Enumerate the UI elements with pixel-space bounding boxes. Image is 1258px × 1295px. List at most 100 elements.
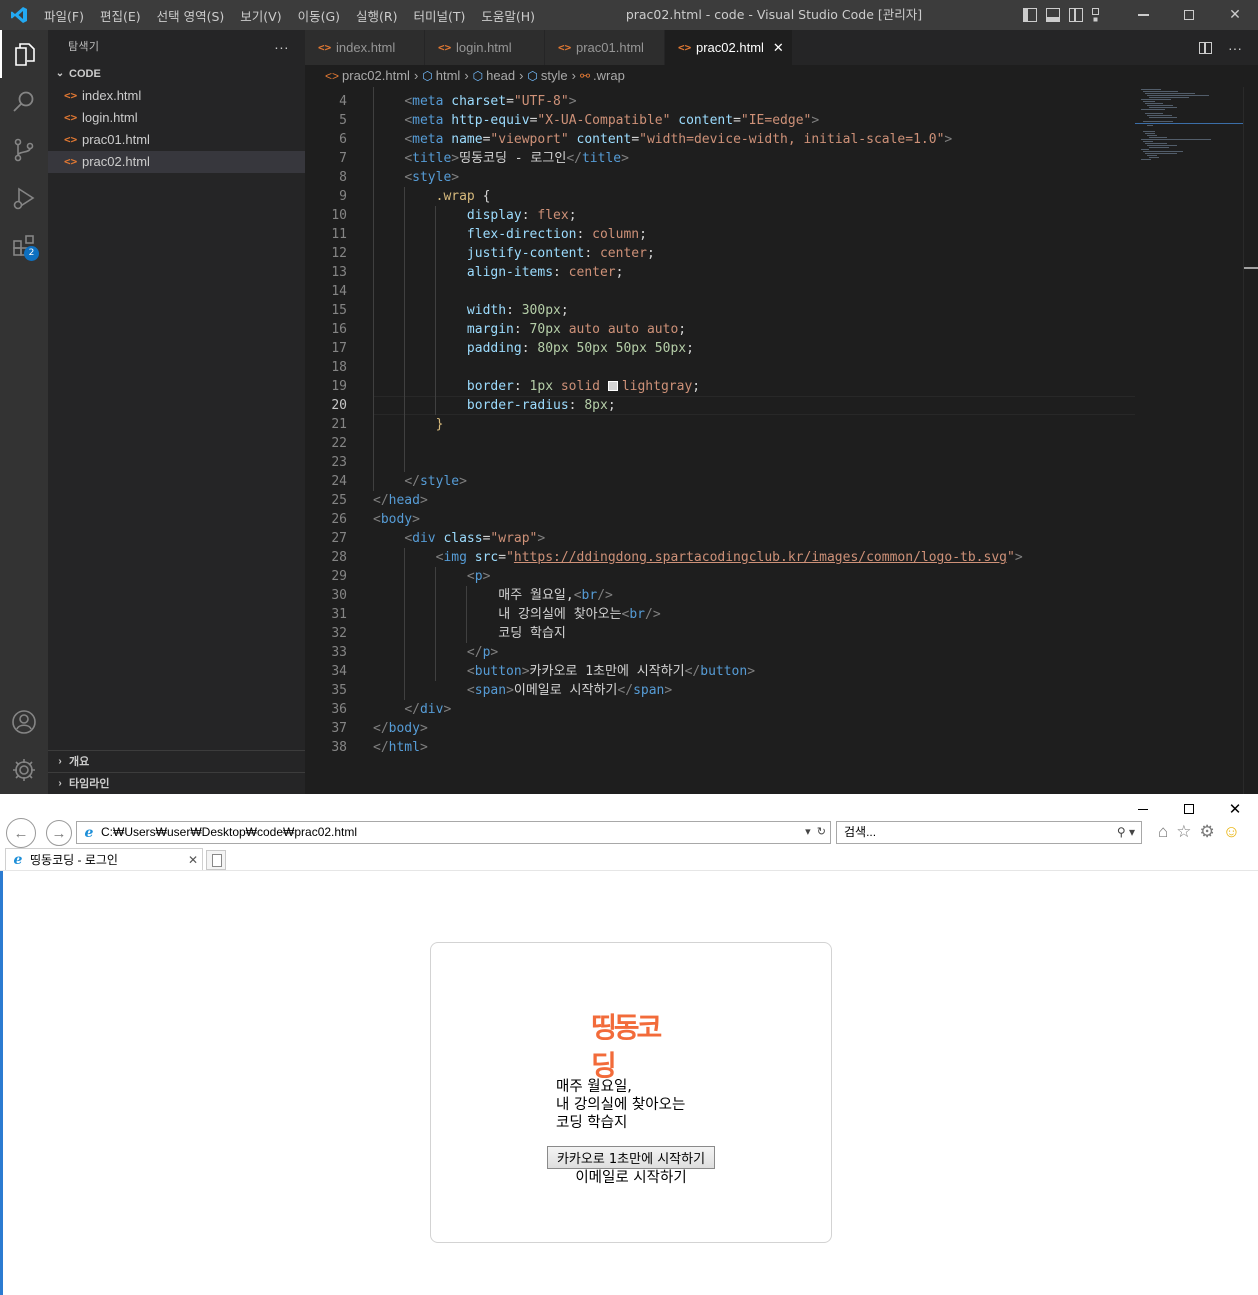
toggle-primary-sidebar-icon[interactable] — [1023, 8, 1037, 22]
run-debug-icon[interactable] — [0, 174, 48, 222]
line-number: 10 — [331, 208, 347, 223]
line-number: 37 — [331, 721, 347, 736]
maximize-button[interactable] — [1166, 0, 1212, 30]
menu-help[interactable]: 도움말(H) — [473, 6, 543, 25]
new-tab-button[interactable] — [206, 850, 226, 870]
vscode-logo-icon — [11, 7, 27, 23]
menu-selection[interactable]: 선택 영역(S) — [149, 6, 233, 25]
code-line: 31 내 강의실에 찾아오는<br/> — [305, 605, 1135, 624]
code-editor[interactable]: 4 <meta charset="UTF-8"> 5 <meta http-equ… — [305, 87, 1135, 794]
file-item-prac02[interactable]: <> prac02.html — [48, 151, 305, 173]
code-text: width: 300px; — [466, 303, 569, 318]
tab-index[interactable]: <> index.html — [305, 30, 425, 65]
more-actions-icon[interactable]: ··· — [274, 30, 289, 65]
minimap-line — [1147, 155, 1157, 156]
menu-view[interactable]: 보기(V) — [232, 6, 289, 25]
search-input[interactable]: 검색... ⚲ ▾ — [836, 821, 1142, 844]
accounts-icon[interactable] — [0, 698, 48, 746]
tab-label: index.html — [336, 40, 396, 55]
breadcrumb-item[interactable]: .wrap — [593, 65, 625, 87]
breadcrumb-item[interactable]: head — [486, 65, 515, 87]
rendered-page: 띵동코딩 매주 월요일, 내 강의실에 찾아오는 코딩 학습지 카카오로 1초만… — [3, 871, 1258, 1295]
breadcrumb-item[interactable]: style — [541, 65, 568, 87]
kakao-start-button[interactable]: 카카오로 1초만에 시작하기 — [546, 1146, 716, 1169]
code-line: 23 — [305, 453, 1135, 472]
folder-header[interactable]: ⌄ CODE — [48, 63, 305, 85]
indent-guide — [435, 567, 436, 681]
breadcrumb-item[interactable]: html — [436, 65, 461, 87]
minimize-button[interactable] — [1120, 0, 1166, 30]
breadcrumb-item[interactable]: prac02.html — [342, 65, 410, 87]
line-number: 8 — [339, 170, 347, 185]
toggle-secondary-sidebar-icon[interactable] — [1069, 8, 1083, 22]
dropdown-icon[interactable]: ▾ — [805, 826, 811, 838]
file-item-login[interactable]: <> login.html — [48, 107, 305, 129]
close-tab-icon[interactable]: ✕ — [773, 40, 784, 56]
address-bar[interactable]: e C:₩Users₩user₩Desktop₩code₩prac02.html… — [76, 821, 831, 844]
code-text: .wrap { — [435, 189, 491, 204]
minimap[interactable] — [1135, 87, 1243, 794]
outline-label: 개요 — [69, 756, 90, 768]
code-line: 17 padding: 80px 50px 50px 50px; — [305, 339, 1135, 358]
code-text: <img src="https://ddingdong.spartacoding… — [435, 550, 1023, 565]
email-start-link[interactable]: 이메일로 시작하기 — [575, 1169, 686, 1187]
line-number: 12 — [331, 246, 347, 261]
explorer-icon[interactable] — [0, 30, 48, 78]
search-icon[interactable]: ⚲ ▾ — [1117, 822, 1135, 843]
settings-gear-icon[interactable] — [0, 746, 48, 794]
code-text: </style> — [404, 474, 467, 489]
tab-prac02[interactable]: <> prac02.html ✕ — [665, 30, 793, 65]
line-number: 5 — [339, 113, 347, 128]
forward-button[interactable]: → — [46, 820, 72, 846]
search-icon[interactable] — [0, 78, 48, 126]
close-tab-icon[interactable]: ✕ — [188, 849, 198, 871]
customize-layout-icon[interactable] — [1092, 8, 1106, 22]
feedback-smiley-icon[interactable]: ☺ — [1223, 822, 1240, 842]
menu-edit[interactable]: 편집(E) — [92, 6, 149, 25]
forward-arrow-icon: → — [51, 824, 67, 842]
extensions-icon[interactable]: 2 — [0, 222, 48, 270]
source-control-icon[interactable] — [0, 126, 48, 174]
ddingdong-logo: 띵동코딩 — [591, 1011, 671, 1082]
tab-login[interactable]: <> login.html — [425, 30, 545, 65]
home-icon[interactable]: ⌂ — [1158, 822, 1168, 842]
menu-terminal[interactable]: 터미널(T) — [406, 6, 474, 25]
toggle-panel-icon[interactable] — [1046, 8, 1060, 22]
activity-bar: 2 — [0, 30, 48, 794]
file-name: login.html — [82, 110, 138, 125]
code-text: } — [435, 417, 444, 432]
back-button[interactable]: ← — [6, 818, 36, 848]
tools-gear-icon[interactable]: ⚙ — [1200, 822, 1215, 842]
menu-file[interactable]: 파일(F) — [36, 6, 92, 25]
editor-scrollbar[interactable] — [1243, 87, 1258, 794]
maximize-button[interactable] — [1166, 794, 1212, 824]
more-actions-icon[interactable]: ··· — [1228, 40, 1242, 56]
code-line: 29 <p> — [305, 567, 1135, 586]
split-editor-icon[interactable] — [1199, 41, 1212, 54]
close-window-button[interactable]: ✕ — [1212, 794, 1258, 824]
code-line: 19 border: 1px solid lightgray; — [305, 377, 1135, 396]
file-item-prac01[interactable]: <> prac01.html — [48, 129, 305, 151]
back-arrow-icon: ← — [13, 824, 29, 842]
code-text: <div class="wrap"> — [404, 531, 546, 546]
outline-section[interactable]: › 개요 — [48, 750, 305, 773]
code-line: 35 <span>이메일로 시작하기</span> — [305, 681, 1135, 700]
menu-go[interactable]: 이동(G) — [290, 6, 348, 25]
ie-page-icon: e — [84, 825, 94, 841]
menu-run[interactable]: 실행(R) — [348, 6, 405, 25]
line-number: 29 — [331, 569, 347, 584]
file-item-index[interactable]: <> index.html — [48, 85, 305, 107]
close-window-button[interactable]: ✕ — [1212, 0, 1258, 30]
favorites-star-icon[interactable]: ☆ — [1176, 822, 1191, 842]
minimap-line — [1145, 143, 1167, 144]
indent-guide — [404, 548, 405, 700]
minimize-button[interactable] — [1120, 794, 1166, 824]
explorer-title: 탐색기 ··· — [48, 30, 305, 65]
code-line: 15 width: 300px; — [305, 301, 1135, 320]
refresh-icon[interactable]: ↻ — [817, 826, 826, 838]
chevron-right-icon: › — [464, 68, 469, 83]
tab-prac01[interactable]: <> prac01.html — [545, 30, 665, 65]
timeline-section[interactable]: › 타임라인 — [48, 772, 305, 794]
browser-tab[interactable]: e 띵동코딩 - 로그인 ✕ — [5, 848, 203, 871]
